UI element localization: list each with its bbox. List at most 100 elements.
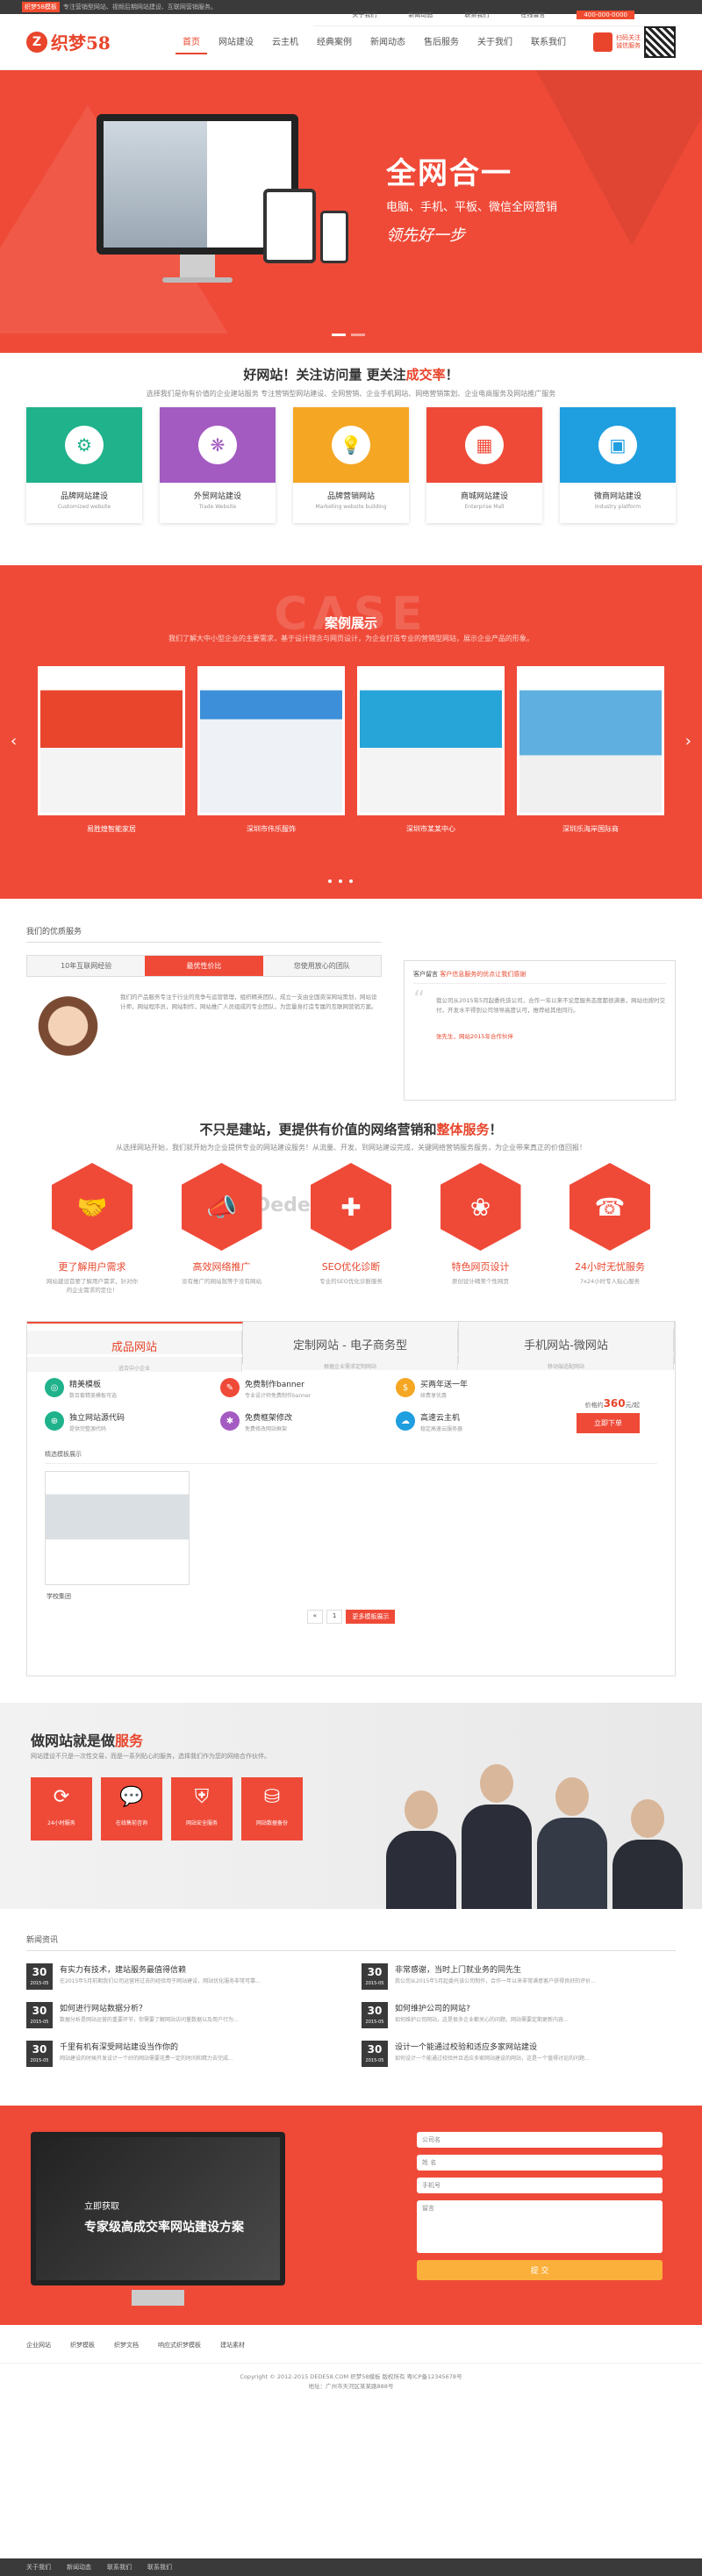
nav-item[interactable]: 联系我们 — [524, 29, 573, 54]
top-link[interactable]: 在线留言 — [520, 11, 545, 19]
card-title: 微商网站建设 — [593, 492, 641, 501]
bottom-link[interactable]: 联系我们 — [107, 2563, 132, 2572]
news-item[interactable]: 30 2015-05 非常感谢，当时上门就业务的同先生 我公司从2015年5月起委托该… — [362, 1963, 676, 1990]
top-link[interactable]: 关于我们 — [352, 11, 376, 19]
service-card[interactable]: ▣ 微商网站建设 Industry platform — [560, 407, 676, 523]
footer-link[interactable]: 织梦文档 — [114, 2341, 139, 2363]
testimonial-link[interactable]: 张先生，网站2015年合作伙伴 — [436, 1031, 666, 1040]
team-tile[interactable]: ⟳ 24小时服务 — [31, 1777, 92, 1841]
team-tile[interactable]: ⛁ 网站数据备份 — [241, 1777, 303, 1841]
service-card[interactable]: ⚙ 品牌网站建设 Customized website — [26, 407, 142, 523]
name-field[interactable]: 姓 名 — [417, 2155, 663, 2171]
case-item[interactable]: 深圳市某某中心 — [357, 666, 505, 834]
case-item[interactable]: 易胜煌智能家居 — [38, 666, 185, 834]
slogan-section: 好网站！关注访问量 更关注成交率！ 选择我们是你有价值的企业建站服务 专注营销型… — [0, 353, 702, 407]
top-link[interactable]: 新闻动态 — [408, 11, 433, 19]
section-title: 新闻资讯 — [26, 1934, 676, 1951]
advantage-section: 我们的优质服务 10年互联网经验 最优性价比 您使用放心的团队 我们的产品服务专… — [0, 899, 702, 1101]
thumbs-up-image — [26, 993, 110, 1076]
phone-field[interactable]: 手机号 — [417, 2178, 663, 2193]
advantage-tab[interactable]: 最优性价比 — [145, 956, 263, 976]
testimonial-title: 客户信息服务的优点让我们感谢 — [440, 971, 526, 978]
database-icon: ⛁ — [263, 1786, 281, 1808]
advantage-tab[interactable]: 10年互联网经验 — [27, 956, 146, 976]
contact-section: 立即获取 专家级高成交率网站建设方案 公司名 姓 名 手机号 留言 提 交 — [0, 2106, 702, 2325]
top-tag: 织梦58模板 — [22, 2, 60, 12]
case-caption: 深圳市某某中心 — [406, 825, 455, 833]
news-item[interactable]: 30 2015-05 如何进行网站数据分析？ 数据分析是网站运营的重要环节，你需要了解… — [26, 2002, 340, 2028]
template-label: 精选模板展示 — [45, 1450, 657, 1464]
service-card[interactable]: 💡 品牌营销网站 Marketing website building — [293, 407, 409, 523]
advantage-text: 我们的产品服务专注于行业的竞争与运营管理，组织精英团队，成立一支由全国资深网站策… — [120, 994, 377, 1010]
footer-link[interactable]: 建站素材 — [220, 2341, 245, 2363]
nav-item[interactable]: 售后服务 — [417, 29, 466, 54]
news-item[interactable]: 30 2015-05 千里有机有深受网站建设当作你的 网站建设的时候开发设计一个好的网… — [26, 2041, 340, 2067]
news-section: 新闻资讯 30 2015-05 有实力有技术，建站服务最值得信赖 在2015年5月前期… — [0, 1909, 702, 2079]
hero-banner: 全网合一 电脑、手机、平板、微信全网营销 领先好一步 — [0, 70, 702, 353]
banner-dot[interactable] — [351, 334, 365, 336]
serve-item[interactable]: ☎ 24小时无忧服务 7x24小时专人贴心服务 — [562, 1163, 658, 1295]
card-title: 品牌网站建设 — [60, 492, 108, 501]
package-tab[interactable]: 成品网站 适合中小企业 — [27, 1322, 243, 1372]
case-caption: 深圳市伟乐服饰 — [247, 825, 296, 833]
nav-item[interactable]: 云主机 — [265, 29, 305, 54]
megaphone-icon: 📣 — [181, 1163, 262, 1251]
news-date: 30 2015-05 — [26, 2041, 53, 2067]
serve-item[interactable]: 🤝 更了解用户需求 网站建设首要了解用户需求，针对你的企业需求的定位！ — [44, 1163, 140, 1295]
team-sub: 网站建设不只是一次性交易，而是一系列贴心的服务，选择我们作为您的网络合作伙伴。 — [31, 1753, 270, 1760]
submit-button[interactable]: 提 交 — [417, 2260, 663, 2280]
bottom-link[interactable]: 关于我们 — [26, 2563, 51, 2572]
buy-button[interactable]: 立即下单 — [577, 1413, 640, 1433]
company-field[interactable]: 公司名 — [417, 2132, 663, 2148]
bottom-link[interactable]: 新闻动态 — [67, 2563, 91, 2572]
footer-link[interactable]: 响应式织梦模板 — [158, 2341, 201, 2363]
news-item[interactable]: 30 2015-05 设计一个能通过校验和适应多家网站建设 如何设计一个能通过校验并且… — [362, 2041, 676, 2067]
serve-item-desc: 原创设计精美个性网页 — [452, 1278, 509, 1285]
testimonial-label: 客户留言 — [413, 971, 438, 978]
serve-item[interactable]: ❀ 特色网页设计 原创设计精美个性网页 — [433, 1163, 529, 1295]
banner-title: 全网合一 — [386, 156, 512, 191]
message-field[interactable]: 留言 — [417, 2200, 663, 2253]
nav-item[interactable]: 新闻动态 — [363, 29, 412, 54]
template-thumbnail[interactable] — [45, 1471, 190, 1585]
service-card[interactable]: ❋ 外贸网站建设 Trade Website — [160, 407, 276, 523]
case-dot[interactable] — [349, 879, 353, 883]
team-tile[interactable]: 💬 在线售前咨询 — [101, 1777, 162, 1841]
feature-item: ⊕ 独立网站源代码 提供完整源代码 — [45, 1411, 220, 1432]
card-en: Enterprise Mall — [464, 504, 505, 510]
nav-item[interactable]: 网站建设 — [211, 29, 261, 54]
case-dot[interactable] — [339, 879, 342, 883]
case-dot[interactable] — [328, 879, 332, 883]
nav-item[interactable]: 关于我们 — [470, 29, 519, 54]
service-card[interactable]: ▦ 商城网站建设 Enterprise Mall — [426, 407, 542, 523]
contact-line1: 立即获取 — [84, 2202, 119, 2212]
news-item[interactable]: 30 2015-05 如何维护公司的网站? 如何维护公司网站，这是很多企业都关心的问题… — [362, 2002, 676, 2028]
package-tab[interactable]: 手机网站-微网站 移动端适配网站 — [459, 1322, 675, 1370]
footer-link[interactable]: 织梦模板 — [70, 2341, 95, 2363]
mobile-icon: ▣ — [598, 426, 637, 464]
package-tab[interactable]: 定制网站 - 电子商务型 根据企业需求定制网站 — [243, 1322, 459, 1370]
bottom-link[interactable]: 联系我们 — [147, 2563, 172, 2572]
logo[interactable]: Z 织梦58 — [26, 29, 176, 54]
page-button[interactable]: 1 — [326, 1610, 343, 1624]
case-item[interactable]: 深圳市伟乐服饰 — [197, 666, 345, 834]
top-text: 专注营销型网站、视频后期网站建设、互联网营销服务。 — [62, 4, 217, 11]
advantage-tab[interactable]: 您使用放心的团队 — [262, 956, 381, 976]
team-tile[interactable]: ⛨ 网站安全服务 — [171, 1777, 233, 1841]
logo-icon: Z — [26, 31, 47, 53]
top-link[interactable]: 联系我们 — [464, 11, 489, 19]
banner-dot[interactable] — [332, 334, 346, 336]
case-item[interactable]: 深圳乐海岸国际商 — [517, 666, 664, 834]
handshake-icon: 🤝 — [52, 1163, 133, 1251]
news-item[interactable]: 30 2015-05 有实力有技术，建站服务最值得信赖 在2015年5月前期我们公司运… — [26, 1963, 340, 1990]
package-section: 成品网站 适合中小企业 定制网站 - 电子商务型 根据企业需求定制网站 手机网站-微… — [26, 1321, 676, 1676]
serve-item[interactable]: 📣 高效网络推广 没有推广的网站就等于没有网站 — [174, 1163, 270, 1295]
prev-page-button[interactable]: « — [306, 1610, 323, 1624]
case-sub: 我们了解大中小型企业的主要需求，基于设计理念与网页设计，为企业打造专业的营销型网… — [168, 635, 534, 642]
nav-item[interactable]: 经典案例 — [310, 29, 359, 54]
footer-link[interactable]: 企业网站 — [26, 2341, 51, 2363]
more-templates-button[interactable]: 更多模板展示 — [346, 1610, 396, 1624]
nav-item[interactable]: 首页 — [176, 29, 207, 54]
serve-item[interactable]: ✚ SEO优化诊断 专业的SEO优化诊断服务 — [303, 1163, 399, 1295]
card-title: 品牌营销网站 — [326, 492, 375, 501]
